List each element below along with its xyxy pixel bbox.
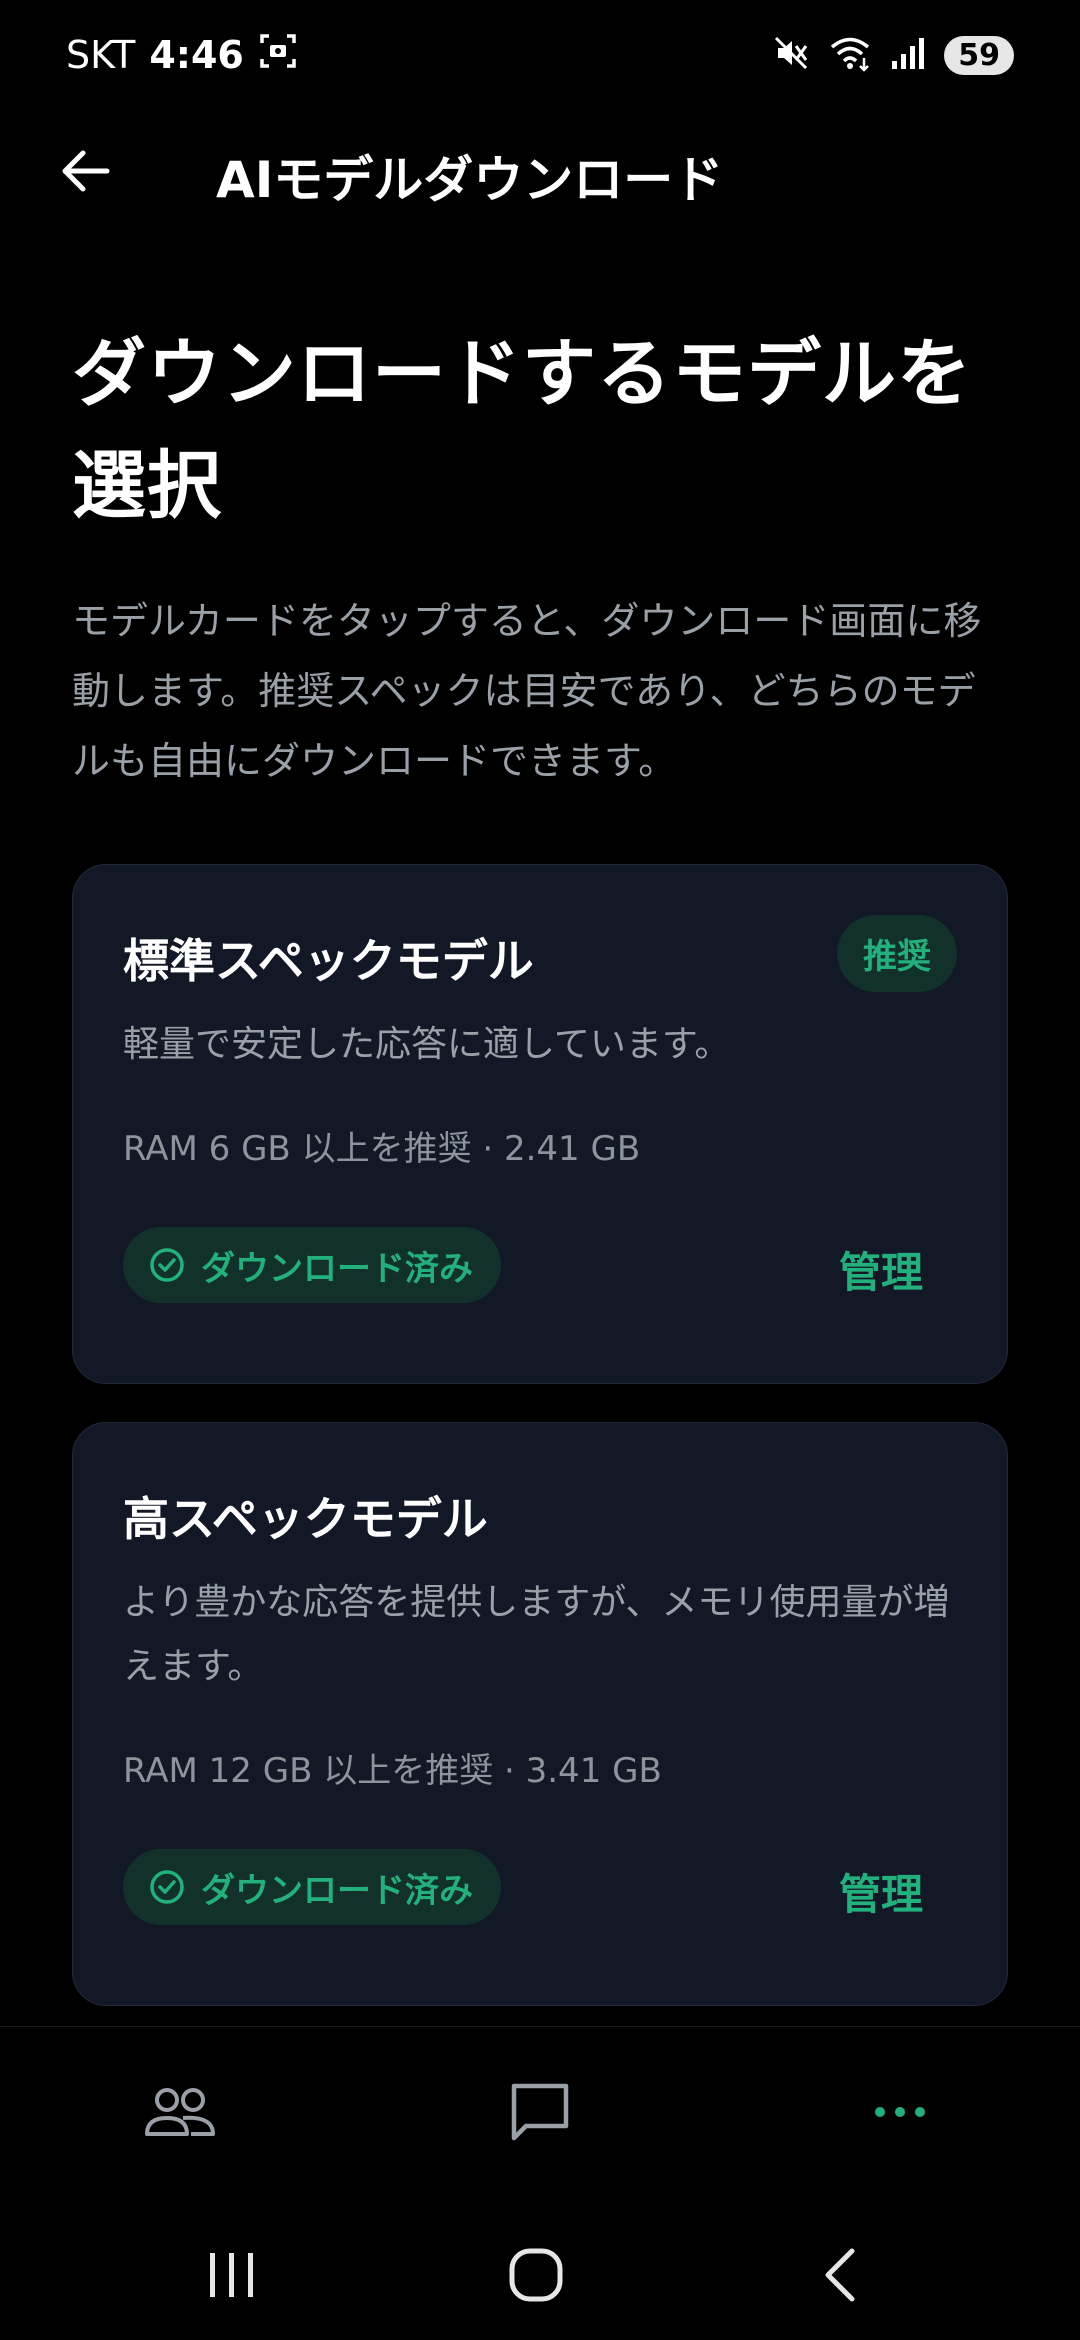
app-bar-title: AIモデルダウンロード xyxy=(216,151,724,209)
home-button[interactable] xyxy=(496,2240,576,2310)
recent-apps-button[interactable] xyxy=(192,2240,272,2310)
model-card-standard[interactable]: 標準スペックモデル 推奨 軽量で安定した応答に適しています。 RAM 6 GB … xyxy=(72,864,1008,1384)
model-card-high[interactable]: 高スペックモデル より豊かな応答を提供しますが、メモリ使用量が増えます。 RAM… xyxy=(72,1422,1008,2006)
nav-more[interactable] xyxy=(855,2077,945,2147)
page-heading-line-1: ダウンロードするモデルを xyxy=(72,331,972,417)
model-card-title: 標準スペックモデル xyxy=(123,934,534,988)
check-circle-icon xyxy=(150,1870,184,1904)
page-heading-line-2: 選択 xyxy=(72,443,222,529)
model-card-title: 高スペックモデル xyxy=(123,1492,488,1546)
mute-icon xyxy=(772,34,810,76)
signal-icon xyxy=(890,35,926,75)
downloaded-status-chip: ダウンロード済み xyxy=(123,1849,501,1925)
downloaded-status-chip: ダウンロード済み xyxy=(123,1227,501,1303)
back-button[interactable] xyxy=(50,136,120,206)
arrow-left-icon xyxy=(62,150,110,192)
manage-button[interactable]: 管理 xyxy=(839,1239,923,1300)
wifi-icon xyxy=(828,34,872,76)
downloaded-status-label: ダウンロード済み xyxy=(201,1870,473,1911)
carrier-label: SKT xyxy=(66,33,136,77)
downloaded-status-label: ダウンロード済み xyxy=(201,1248,473,1289)
status-right: 59 xyxy=(772,34,1014,76)
system-back-button[interactable] xyxy=(800,2240,880,2310)
model-card-spec: RAM 6 GB 以上を推奨 · 2.41 GB xyxy=(123,1129,641,1169)
battery-indicator: 59 xyxy=(944,35,1014,75)
screenshot-icon xyxy=(258,31,298,80)
page-heading: ダウンロードするモデルを 選択 xyxy=(72,318,1008,542)
app-bar: AIモデルダウンロード xyxy=(0,120,1080,220)
nav-people[interactable] xyxy=(135,2077,225,2147)
home-icon xyxy=(509,2248,563,2302)
page-description: モデルカードをタップすると、ダウンロード画面に移動します。推奨スペックは目安であ… xyxy=(72,599,982,783)
model-card-spec: RAM 12 GB 以上を推奨 · 3.41 GB xyxy=(123,1751,662,1791)
intro-section: ダウンロードするモデルを 選択 モデルカードをタップすると、ダウンロード画面に移… xyxy=(72,318,1008,796)
nav-chat[interactable] xyxy=(495,2077,585,2147)
chat-bubble-icon xyxy=(511,2083,569,2141)
status-bar: SKT 4:46 59 xyxy=(0,0,1080,110)
bottom-navigation xyxy=(0,2026,1080,2196)
status-left: SKT 4:46 xyxy=(66,31,298,80)
manage-button[interactable]: 管理 xyxy=(839,1861,923,1922)
system-navigation-bar xyxy=(0,2210,1080,2340)
more-horizontal-icon xyxy=(875,2107,925,2117)
people-icon xyxy=(145,2088,215,2136)
model-card-description: 軽量で安定した応答に適しています。 xyxy=(123,1024,731,1065)
screen: SKT 4:46 59 AIモデルダウンロード ダウンロードするモデルを 選択 … xyxy=(0,0,1080,2340)
model-card-description: より豊かな応答を提供しますが、メモリ使用量が増えます。 xyxy=(123,1582,950,1687)
clock: 4:46 xyxy=(149,33,244,77)
recommended-badge: 推奨 xyxy=(837,915,957,992)
recent-apps-icon xyxy=(210,2253,253,2297)
chevron-left-icon xyxy=(825,2248,855,2302)
check-circle-icon xyxy=(150,1248,184,1282)
